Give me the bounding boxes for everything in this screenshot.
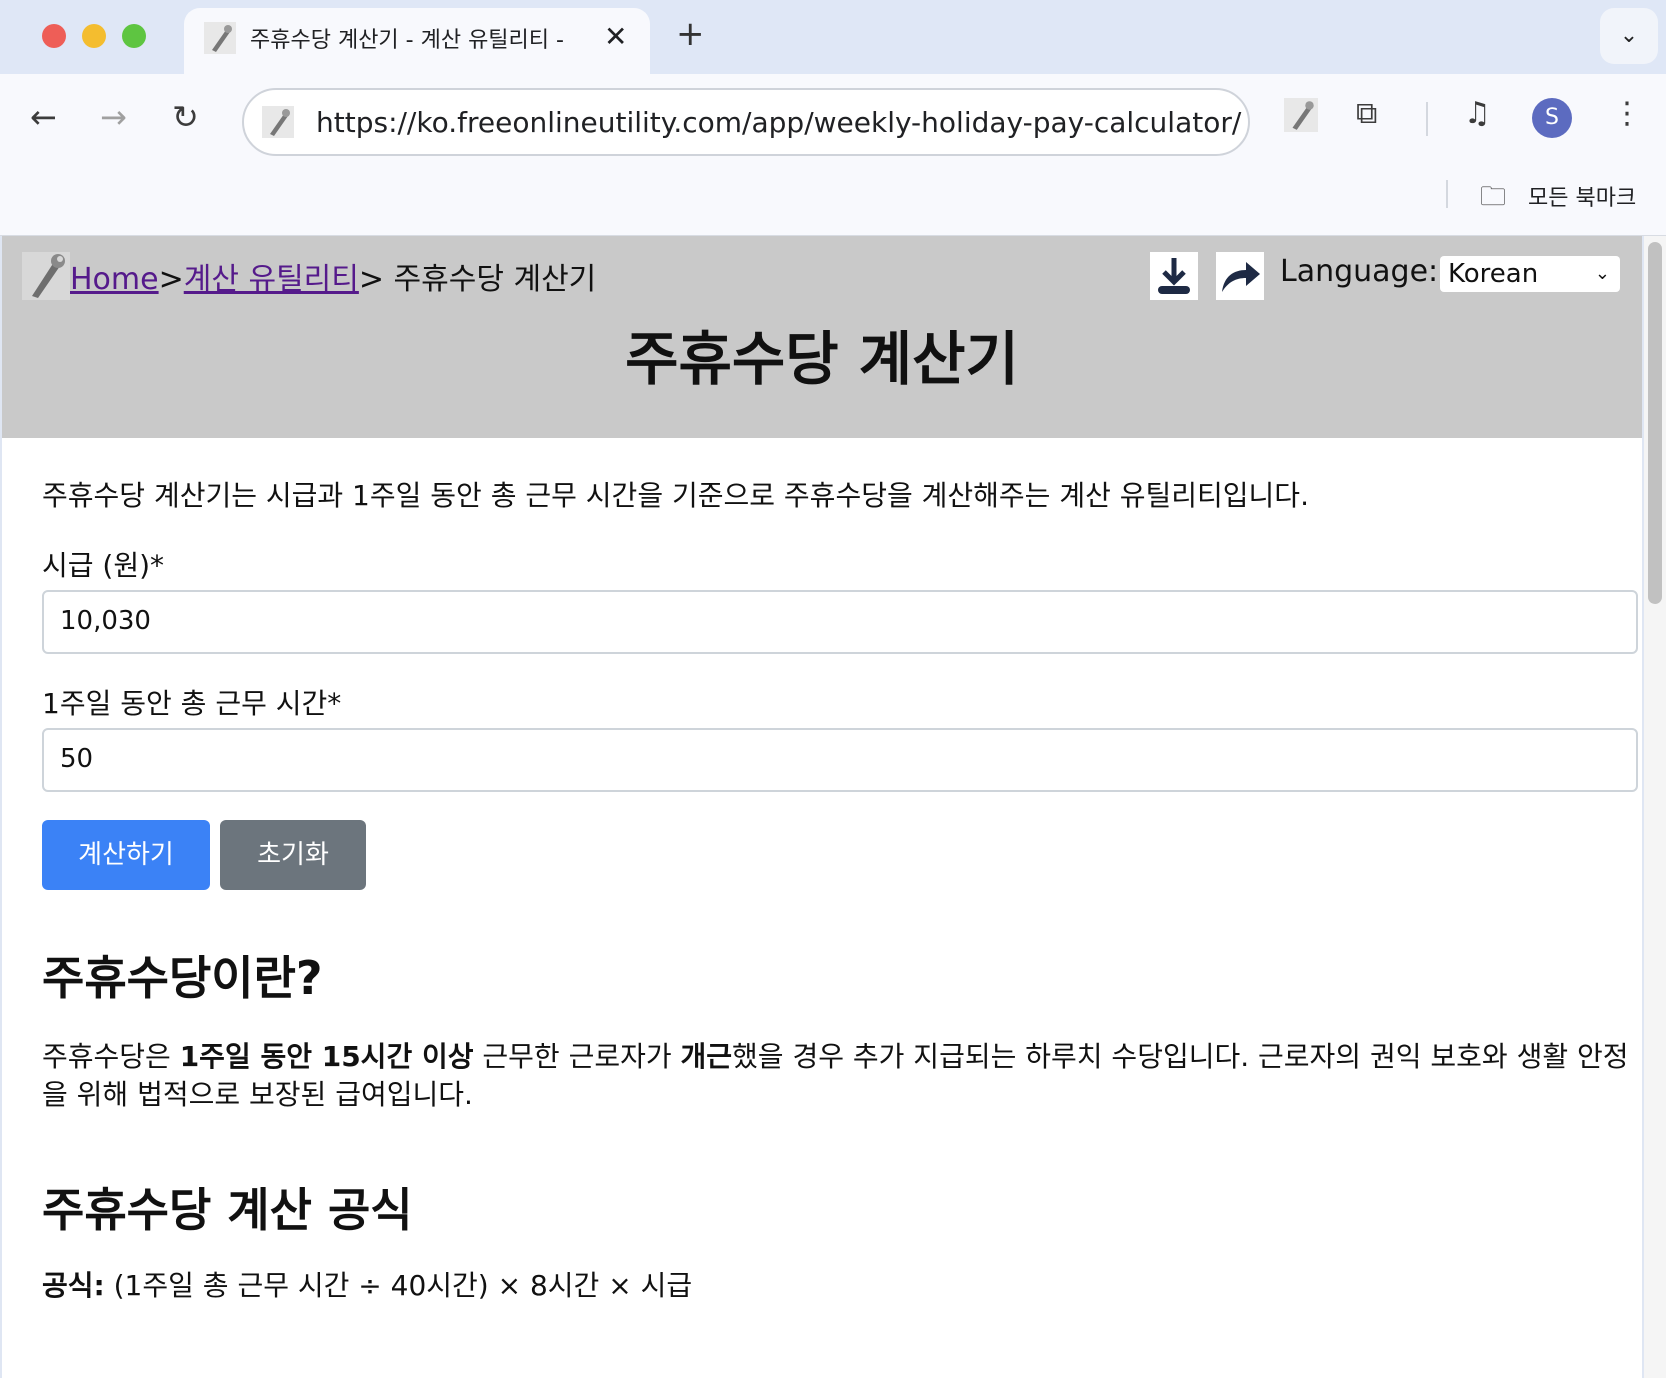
back-arrow-icon[interactable]: ← [30, 98, 57, 136]
para-text-2: 근무한 근로자가 [473, 1040, 681, 1073]
language-select[interactable]: Korean ⌄ [1440, 256, 1620, 292]
download-icon [1158, 258, 1190, 294]
breadcrumb: Home>계산 유틸리티> 주휴수당 계산기 [70, 254, 596, 298]
intro-text: 주휴수당 계산기는 시급과 1주일 동안 총 근무 시간을 기준으로 주휴수당을… [42, 479, 1309, 512]
page-scrollbar[interactable] [1644, 236, 1666, 1378]
formula-label: 공식: [42, 1269, 105, 1302]
calculate-button[interactable]: 계산하기 [42, 820, 210, 890]
minimize-window-button[interactable] [82, 24, 106, 48]
close-window-button[interactable] [42, 24, 66, 48]
page-title: 주휴수당 계산기 [625, 325, 1019, 393]
address-bar[interactable]: https://ko.freeonlineutility.com/app/wee… [242, 88, 1250, 156]
scrollbar-thumb[interactable] [1648, 242, 1662, 604]
language-value: Korean [1448, 259, 1539, 289]
breadcrumb-current: > 주휴수당 계산기 [358, 262, 597, 297]
profile-avatar[interactable]: S [1532, 98, 1572, 138]
toolbar-divider [1426, 102, 1428, 136]
more-menu-icon[interactable]: ⋮ [1612, 96, 1642, 131]
bookmark-divider [1446, 180, 1448, 208]
active-tab[interactable]: 주휴수당 계산기 - 계산 유틸리티 - ✕ [184, 8, 650, 74]
what-is-heading: 주휴수당이란? [42, 951, 323, 1005]
download-button[interactable] [1150, 252, 1198, 300]
share-button[interactable] [1216, 252, 1264, 300]
wage-input[interactable]: 10,030 [42, 590, 1638, 654]
browser-window: 주휴수당 계산기 - 계산 유틸리티 - ✕ + ⌄ ← → ↻ https:/… [0, 0, 1666, 1378]
formula-expression: (1주일 총 근무 시간 ÷ 40시간) × 8시간 × 시급 [104, 1269, 693, 1302]
folder-icon[interactable]: 🗀 [1480, 178, 1506, 222]
formula-text: 공식: (1주일 총 근무 시간 ÷ 40시간) × 8시간 × 시급 [42, 1264, 692, 1304]
para-text-1: 주휴수당은 [42, 1040, 180, 1073]
web-page: Home>계산 유틸리티> 주휴수당 계산기 Language: Korean … [2, 236, 1642, 1378]
site-info-icon[interactable] [262, 106, 294, 138]
extensions-puzzle-icon[interactable]: ⧉ [1356, 96, 1377, 131]
site-logo-icon[interactable] [22, 252, 70, 300]
close-tab-icon[interactable]: ✕ [604, 20, 627, 53]
formula-heading: 주휴수당 계산 공식 [42, 1183, 413, 1237]
what-is-paragraph: 주휴수당은 1주일 동안 15시간 이상 근무한 근로자가 개근했을 경우 추가… [42, 1038, 1638, 1114]
reset-button[interactable]: 초기화 [220, 820, 366, 890]
tab-search-button[interactable]: ⌄ [1600, 8, 1658, 64]
forward-arrow-icon[interactable]: → [100, 98, 127, 136]
breadcrumb-category-link[interactable]: 계산 유틸리티 [184, 262, 359, 297]
new-tab-button[interactable]: + [676, 14, 705, 54]
chevron-down-icon: ⌄ [1594, 263, 1610, 284]
media-controls-icon[interactable]: ♫ [1464, 96, 1491, 131]
maximize-window-button[interactable] [122, 24, 146, 48]
url-text[interactable]: https://ko.freeonlineutility.com/app/wee… [316, 106, 1241, 139]
para-bold-2: 개근 [680, 1040, 733, 1073]
share-arrow-icon [1222, 262, 1260, 292]
site-header: Home>계산 유틸리티> 주휴수당 계산기 Language: Korean … [2, 236, 1642, 438]
para-bold-1: 1주일 동안 15시간 이상 [179, 1040, 474, 1073]
tab-strip: 주휴수당 계산기 - 계산 유틸리티 - ✕ + ⌄ [0, 0, 1666, 74]
extension-wrench-icon[interactable] [1284, 98, 1318, 132]
reload-icon[interactable]: ↻ [172, 98, 199, 136]
wrench-icon [204, 22, 236, 54]
breadcrumb-home-link[interactable]: Home [70, 262, 159, 297]
hours-input[interactable]: 50 [42, 728, 1638, 792]
wage-label: 시급 (원)* [42, 549, 165, 582]
browser-toolbar: ← → ↻ https://ko.freeonlineutility.com/a… [0, 74, 1666, 236]
hours-label: 1주일 동안 총 근무 시간* [42, 687, 342, 720]
language-label: Language: [1280, 254, 1439, 289]
breadcrumb-separator: > [158, 262, 184, 297]
tab-title: 주휴수당 계산기 - 계산 유틸리티 - [250, 28, 564, 53]
all-bookmarks-label[interactable]: 모든 북마크 [1528, 180, 1636, 212]
